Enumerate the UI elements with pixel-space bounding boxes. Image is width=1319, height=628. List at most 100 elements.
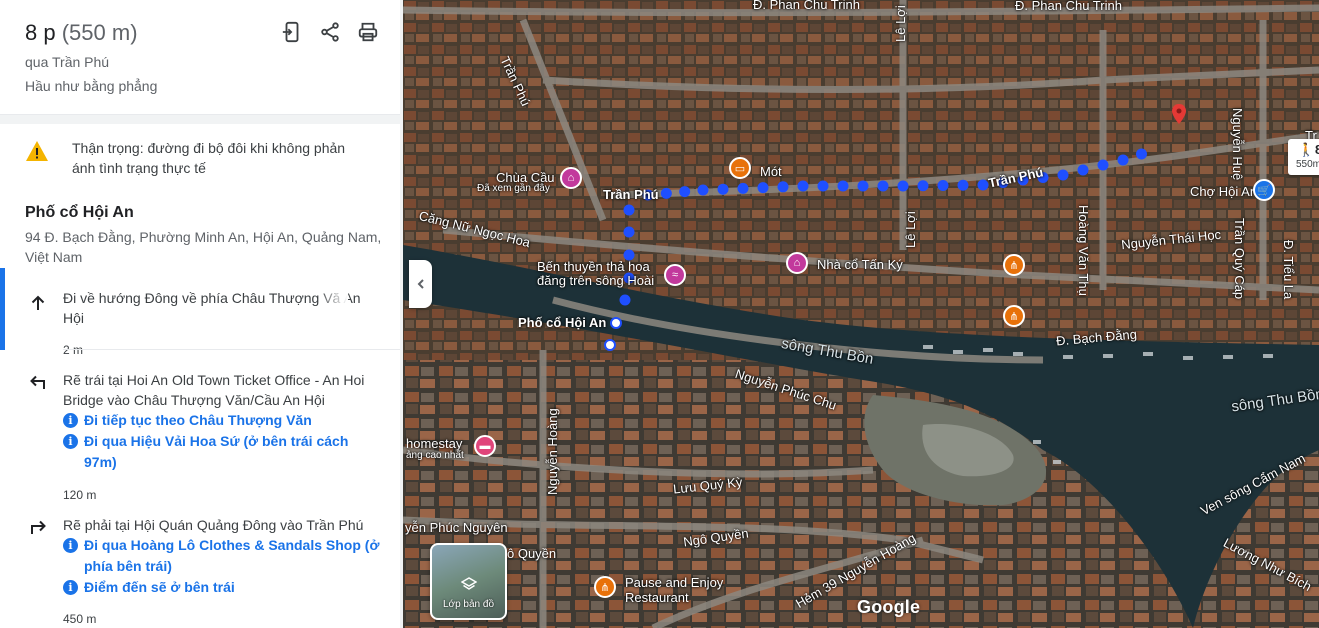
route-dot	[1077, 164, 1089, 176]
route-dot	[1097, 159, 1109, 171]
route-dots	[604, 148, 1147, 351]
route-terrain: Hầu như bằng phẳng	[25, 78, 158, 94]
route-dot	[757, 182, 769, 194]
route-summary: 8 p (550 m) qua Trần Phú Hầu như bằng ph…	[0, 0, 403, 114]
origin-name: Phố cổ Hội An	[25, 204, 134, 221]
satellite-map[interactable]: Đ. Phan Chu Trinh Đ. Phan Chu Trinh Lê L…	[403, 0, 1319, 628]
step-instruction: Rẽ trái tại Hoi An Old Town Ticket Offic…	[63, 372, 365, 408]
badge-time: 8 p	[1315, 142, 1319, 157]
hotel-icon[interactable]: ▬	[474, 435, 496, 457]
route-dot	[1057, 169, 1069, 181]
info-icon: i	[63, 413, 78, 428]
layers-label: Lớp bản đồ	[442, 599, 495, 610]
map-label-street: Hoàng Văn Thụ	[1076, 205, 1091, 296]
step-note-text: Đi tiếp tục theo Châu Thượng Văn	[84, 412, 312, 428]
step-note: i Đi qua Hiệu Vải Hoa Sứ (ở bên trái các…	[63, 431, 383, 473]
step-distance: 450 m	[63, 612, 97, 626]
step-note: i Đi tiếp tục theo Châu Thượng Văn	[63, 410, 383, 431]
map-label-street: Đ. Tiểu La	[1281, 240, 1296, 300]
poi-label[interactable]: Pause and Enjoy Restaurant	[625, 575, 735, 605]
route-dot	[857, 180, 869, 192]
map-label-street: Đ. Phan Chu Trinh	[1015, 0, 1122, 13]
turn-left-icon	[28, 372, 48, 392]
route-dot	[717, 183, 729, 195]
map-label-street: Nguyễn Hoàng	[545, 408, 560, 495]
route-dot	[937, 180, 949, 191]
boat-icon[interactable]: ≈	[664, 264, 686, 286]
chevron-left-icon	[417, 279, 424, 289]
route-dot	[619, 294, 631, 306]
step-instruction: Rẽ phải tại Hội Quán Quảng Đông vào Trần…	[63, 517, 364, 533]
step-note-text: Đi qua Hoàng Lô Clothes & Sandals Shop (…	[84, 537, 380, 574]
route-via: qua Trần Phú	[25, 54, 110, 70]
distance-value: (550 m)	[61, 20, 138, 45]
send-to-phone-icon[interactable]	[280, 20, 304, 44]
step-text: Rẽ trái tại Hoi An Old Town Ticket Offic…	[63, 370, 383, 473]
step-divider	[63, 349, 403, 350]
route-dot	[679, 186, 691, 198]
route-dot	[957, 179, 969, 191]
step-note-text: Đi qua Hiệu Vải Hoa Sứ (ở bên trái cách …	[84, 433, 349, 470]
walking-warning: Thận trọng: đường đi bộ đôi khi không ph…	[0, 130, 403, 188]
map-label-street: Lê Lợi	[903, 211, 918, 248]
origin-place: Phố cổ Hội An 94 Đ. Bạch Đằng, Phường Mi…	[25, 204, 385, 267]
museum-icon[interactable]: ⌂	[786, 252, 808, 274]
route-time-badge[interactable]: 🚶 8 p 550m	[1288, 139, 1319, 175]
restaurant-icon[interactable]: ▭	[729, 157, 751, 179]
route-dot	[660, 187, 672, 199]
temple-icon[interactable]: ⌂	[560, 167, 582, 189]
active-step-indicator	[0, 268, 5, 350]
map-layers-button[interactable]: Lớp bản đồ	[430, 543, 507, 620]
text-fade	[318, 288, 348, 310]
map-label-street: ô Quyền	[507, 546, 557, 561]
route-dot	[797, 180, 809, 192]
turn-right-icon	[28, 517, 48, 537]
destination-pin-icon[interactable]	[1172, 104, 1186, 124]
map-label-street: Nguyễn Huệ	[1230, 108, 1245, 181]
print-icon[interactable]	[356, 20, 380, 44]
duration-value: 8 p	[25, 20, 56, 45]
route-dot	[623, 204, 635, 216]
step-note: i Điểm đến sẽ ở bên trái	[63, 577, 383, 598]
map-label-street: Trần Phú	[603, 187, 659, 202]
step-note: i Đi qua Hoàng Lô Clothes & Sandals Shop…	[63, 535, 383, 577]
route-dot	[917, 180, 929, 192]
restaurant-icon[interactable]: ⋔	[1003, 305, 1025, 327]
origin-marker[interactable]	[610, 317, 622, 329]
route-dot	[837, 180, 849, 192]
route-dot	[777, 181, 789, 193]
restaurant-icon[interactable]: ⋔	[1003, 254, 1025, 276]
step-text: Rẽ phải tại Hội Quán Quảng Đông vào Trần…	[63, 515, 383, 598]
market-icon[interactable]: 🛒	[1253, 179, 1275, 201]
start-marker[interactable]	[604, 339, 616, 351]
google-logo: Google	[857, 597, 921, 617]
poi-label[interactable]: Chợ Hội An	[1190, 184, 1257, 199]
directions-panel: 8 p (550 m) qua Trần Phú Hầu như bằng ph…	[0, 0, 403, 628]
info-icon: i	[63, 434, 78, 449]
route-dot	[817, 180, 829, 192]
step-distance: 120 m	[63, 488, 97, 502]
step-note-text: Điểm đến sẽ ở bên trái	[84, 579, 235, 595]
place-label[interactable]: Phố cổ Hội An	[518, 315, 606, 330]
badge-distance: 550m	[1296, 159, 1319, 170]
poi-label[interactable]: Nhà cổ Tấn Ký	[817, 257, 903, 272]
poi-label[interactable]: Mót	[760, 164, 782, 179]
route-dot	[623, 226, 635, 238]
restaurant-icon[interactable]: ⋔	[594, 576, 616, 598]
poi-label[interactable]: homestay	[406, 436, 462, 451]
collapse-panel-button[interactable]	[409, 260, 432, 308]
route-dot	[697, 184, 709, 196]
map-label-street: Trần Quý Cáp	[1232, 218, 1247, 300]
route-dot	[877, 180, 889, 192]
map-label-street: Lê Lợi	[893, 5, 908, 42]
warning-text: Thận trọng: đường đi bộ đôi khi không ph…	[72, 140, 346, 176]
warning-icon	[25, 140, 49, 167]
step-distance: 2 m	[63, 343, 84, 357]
route-dot	[897, 180, 909, 192]
poi-label[interactable]: Bến thuyền thả hoa đăng trên sông Hoài	[537, 260, 667, 288]
poi-sublabel: ảng cao nhất	[406, 450, 464, 461]
share-icon[interactable]	[318, 20, 342, 44]
poi-sublabel: Đã xem gần đây	[477, 183, 550, 194]
arrow-up-icon	[28, 293, 48, 313]
route-dot	[1136, 148, 1147, 160]
